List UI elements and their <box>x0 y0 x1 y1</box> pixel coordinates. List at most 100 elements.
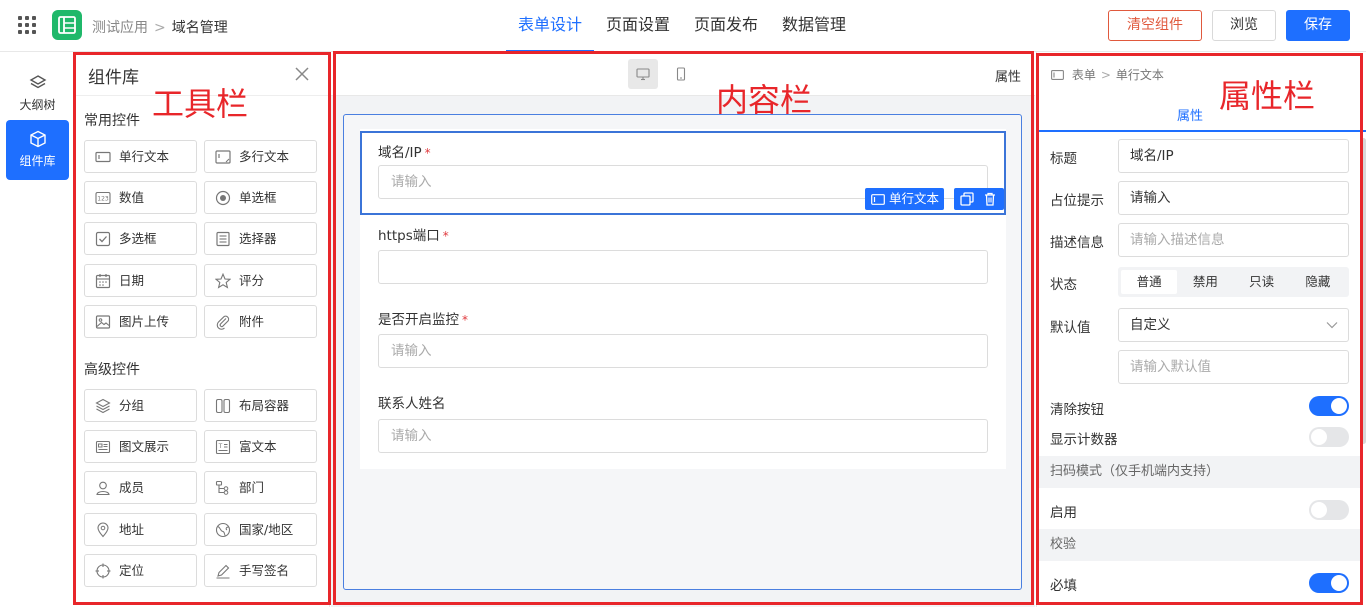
nav-outline-label: 大纲树 <box>19 98 56 112</box>
prop-title-input[interactable]: 域名/IP <box>1118 139 1349 173</box>
prop-placeholder-input[interactable]: 请输入 <box>1118 181 1349 215</box>
state-option-hidden[interactable]: 隐藏 <box>1290 270 1346 294</box>
comp-rich-text[interactable]: T 富文本 <box>204 430 317 463</box>
comp-label: 成员 <box>119 480 145 495</box>
comp-rating[interactable]: 评分 <box>204 264 317 297</box>
left-nav: 大纲树 组件库 <box>0 52 74 607</box>
nav-library-label: 组件库 <box>19 154 56 168</box>
comp-attachment[interactable]: 附件 <box>204 305 317 338</box>
comp-label: 数值 <box>119 190 145 205</box>
clear-button-label: 清除按钮 <box>1050 402 1104 418</box>
app-logo[interactable] <box>52 10 82 40</box>
mobile-view-button[interactable] <box>666 59 696 89</box>
comp-positioning[interactable]: 定位 <box>84 554 197 587</box>
https-port-input[interactable] <box>378 250 988 284</box>
comp-label: 分组 <box>119 398 145 413</box>
comp-label: 单行文本 <box>119 149 170 164</box>
comp-handwritten-signature[interactable]: 手写签名 <box>204 554 317 587</box>
comp-label: 单选框 <box>239 190 277 205</box>
breadcrumb-app[interactable]: 测试应用 <box>92 20 148 36</box>
scan-enable-label: 启用 <box>1050 505 1077 521</box>
comp-selector[interactable]: 选择器 <box>204 222 317 255</box>
required-toggle[interactable] <box>1309 573 1349 593</box>
comp-address[interactable]: 地址 <box>84 513 197 546</box>
layers-icon <box>95 398 111 414</box>
chevron-down-icon <box>1326 322 1338 329</box>
form-icon <box>1051 70 1064 80</box>
location-icon <box>97 522 109 538</box>
nav-component-library[interactable]: 组件库 <box>6 120 69 180</box>
desktop-view-button[interactable] <box>628 59 658 89</box>
state-option-disabled[interactable]: 禁用 <box>1177 270 1233 294</box>
prop-title-label: 标题 <box>1050 151 1077 167</box>
attributes-link[interactable]: 属性 <box>995 66 1021 85</box>
field-https-port[interactable]: https端口 * <box>360 219 1006 299</box>
field-contact-name[interactable]: 联系人姓名 请输入 <box>360 387 1006 467</box>
section-title-common: 常用控件 <box>84 113 140 129</box>
tab-page-publish[interactable]: 页面发布 <box>682 0 770 52</box>
paperclip-icon <box>216 315 230 330</box>
copy-icon[interactable] <box>959 191 975 207</box>
tab-data-management[interactable]: 数据管理 <box>770 0 858 52</box>
properties-tabs: 属性 <box>1037 96 1366 132</box>
comp-multi-line-text[interactable]: 多行文本 <box>204 140 317 173</box>
comp-layout-container[interactable]: 布局容器 <box>204 389 317 422</box>
state-option-normal[interactable]: 普通 <box>1121 270 1178 294</box>
comp-group[interactable]: 分组 <box>84 389 197 422</box>
library-title: 组件库 <box>88 68 139 88</box>
field-label: 是否开启监控 * <box>378 308 468 328</box>
clear-components-button[interactable]: 清空组件 <box>1108 10 1202 41</box>
comp-label: 日期 <box>119 273 145 288</box>
close-icon[interactable] <box>292 64 312 84</box>
tab-properties[interactable]: 属性 <box>1177 105 1203 124</box>
comp-label: 国家/地区 <box>239 522 294 537</box>
comp-image-upload[interactable]: 图片上传 <box>84 305 197 338</box>
comp-label: 布局容器 <box>239 398 290 413</box>
tab-form-design[interactable]: 表单设计 <box>506 0 595 52</box>
default-value-input[interactable]: 请输入默认值 <box>1118 350 1349 384</box>
comp-date[interactable]: 日期 <box>84 264 197 297</box>
layers-icon <box>29 75 46 89</box>
comp-number[interactable]: 123 数值 <box>84 181 197 214</box>
top-tabs: 表单设计 页面设置 页面发布 数据管理 <box>506 0 858 52</box>
comp-single-line-text[interactable]: 单行文本 <box>84 140 197 173</box>
apps-grid-icon[interactable] <box>18 16 36 34</box>
scan-enable-toggle[interactable] <box>1309 500 1349 520</box>
selected-component-badge[interactable]: 单行文本 <box>865 188 944 210</box>
comp-image-text[interactable]: 图文展示 <box>84 430 197 463</box>
form-body: 域名/IP * 请输入 单行文本 https端口 * 是否开启监控 * 请输入 … <box>360 129 1006 469</box>
prop-crumb-current: 单行文本 <box>1115 68 1164 82</box>
state-option-readonly[interactable]: 只读 <box>1234 270 1290 294</box>
prop-crumb-separator: > <box>1100 68 1111 82</box>
checkbox-icon <box>95 231 111 247</box>
prop-description-input[interactable]: 请输入描述信息 <box>1118 223 1349 257</box>
comp-checkbox[interactable]: 多选框 <box>84 222 197 255</box>
properties-panel: 表单 > 单行文本 属性 标题 域名/IP 占位提示 请输入 描述信息 请输入描述信… <box>1036 52 1366 607</box>
richtext-icon: T <box>215 439 231 455</box>
delete-icon[interactable] <box>982 191 998 207</box>
default-mode-select[interactable]: 自定义 <box>1118 308 1349 342</box>
top-bar: 测试应用 > 域名管理 表单设计 页面设置 页面发布 数据管理 清空组件 浏览 保存 <box>0 0 1366 52</box>
save-button[interactable]: 保存 <box>1286 10 1350 41</box>
monitoring-input[interactable]: 请输入 <box>378 334 988 368</box>
field-monitoring[interactable]: 是否开启监控 * 请输入 <box>360 303 1006 383</box>
comp-department[interactable]: 部门 <box>204 471 317 504</box>
properties-scrollbar[interactable] <box>1361 138 1366 444</box>
single-line-icon <box>871 194 885 205</box>
comp-country-region[interactable]: 国家/地区 <box>204 513 317 546</box>
clear-button-toggle[interactable] <box>1309 396 1349 416</box>
contact-name-input[interactable]: 请输入 <box>378 419 988 453</box>
tab-page-settings[interactable]: 页面设置 <box>594 0 682 52</box>
annotation-label-toolbar: 工具栏 <box>152 85 249 123</box>
nav-outline-tree[interactable]: 大纲树 <box>6 64 69 124</box>
comp-radio[interactable]: 单选框 <box>204 181 317 214</box>
mobile-icon <box>676 67 686 81</box>
preview-button[interactable]: 浏览 <box>1212 10 1276 41</box>
prop-crumb-form[interactable]: 表单 <box>1072 68 1096 82</box>
properties-breadcrumb: 表单 > 单行文本 <box>1051 66 1164 83</box>
counter-toggle[interactable] <box>1309 427 1349 447</box>
comp-member[interactable]: 成员 <box>84 471 197 504</box>
desktop-icon <box>636 68 650 81</box>
select-icon <box>216 231 230 247</box>
globe-icon <box>215 522 231 538</box>
